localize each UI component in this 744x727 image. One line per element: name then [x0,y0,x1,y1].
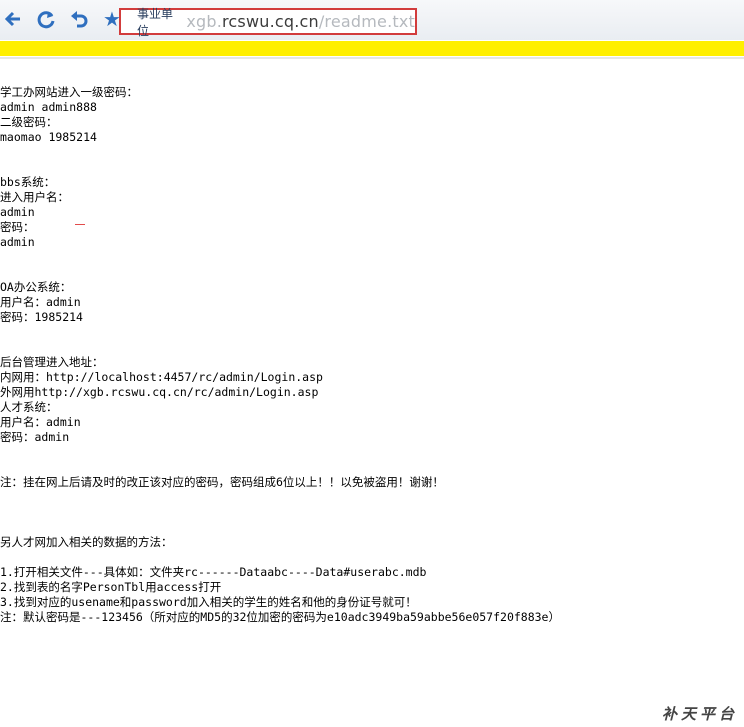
browser-toolbar: ★ 事业单位 xgb.rcswu.cq.cn/readme.txt [0,0,744,40]
back-arrow-icon[interactable] [0,6,26,32]
undo-icon[interactable] [66,6,92,32]
text-line [0,250,744,265]
text-line: OA办公系统： [0,280,72,294]
text-line [0,160,744,175]
highlight-bar [0,41,744,56]
zone-label: 事业单位 [137,6,174,38]
text-line: 用户名：admin [0,295,81,309]
refresh-icon[interactable] [33,6,59,32]
text-line [0,265,744,280]
text-line [0,145,744,160]
text-line: 外网用http://xgb.rcswu.cq.cn/rc/admin/Login… [0,385,319,399]
text-line: 二级密码： [0,115,58,129]
text-line: admin [0,235,35,249]
text-line: 用户名：admin [0,415,81,429]
text-line: 内网用：http://localhost:4457/rc/admin/Login… [0,370,323,384]
text-line [0,460,744,475]
text-line: 人才系统： [0,400,58,414]
text-line: bbs系统： [0,175,56,189]
red-mark [75,224,85,225]
url-host: rcswu.cq.cn [221,12,319,31]
text-line [0,325,744,340]
text-line: 密码：1985214 [0,310,83,324]
text-line: 学工办网站进入一级密码： [0,85,138,99]
text-line [0,340,744,355]
document-body: 学工办网站进入一级密码： admin admin888 二级密码： maomao 19… [0,85,744,625]
text-line [0,490,744,505]
text-line: 另人才网加入相关的数据的方法： [0,535,173,549]
text-line: admin admin888 [0,100,97,114]
url-text[interactable]: xgb.rcswu.cq.cn/readme.txt [186,12,415,31]
text-line: 1.打开相关文件---具体如：文件夹rc------Dataabc----Dat… [0,565,427,579]
text-line: 3.找到对应的usename和password加入相关的学生的姓名和他的身份证号… [0,595,417,609]
text-line: 注：默认密码是---123456（所对应的MD5的32位加密的密码为e10adc… [0,610,560,624]
text-line: 进入用户名： [0,190,69,204]
divider [0,57,744,59]
text-line: maomao 1985214 [0,130,97,144]
text-line: 后台管理进入地址： [0,355,104,369]
text-line: 密码： [0,220,35,234]
text-line: 2.找到表的名字PersonTbl用access打开 [0,580,222,594]
text-line: 注：挂在网上后请及时的改正该对应的密码，密码组成6位以上！！以免被盗用！谢谢！ [0,475,444,489]
address-bar[interactable]: 事业单位 xgb.rcswu.cq.cn/readme.txt [119,7,417,38]
text-line [0,520,744,535]
text-line: admin [0,205,35,219]
watermark: 补天平台 [661,705,738,723]
text-line [0,445,744,460]
text-line: 密码：admin [0,430,70,444]
text-line [0,550,744,565]
url-path: /readme.txt [318,12,415,31]
url-prefix: xgb. [186,12,222,31]
text-line [0,505,744,520]
